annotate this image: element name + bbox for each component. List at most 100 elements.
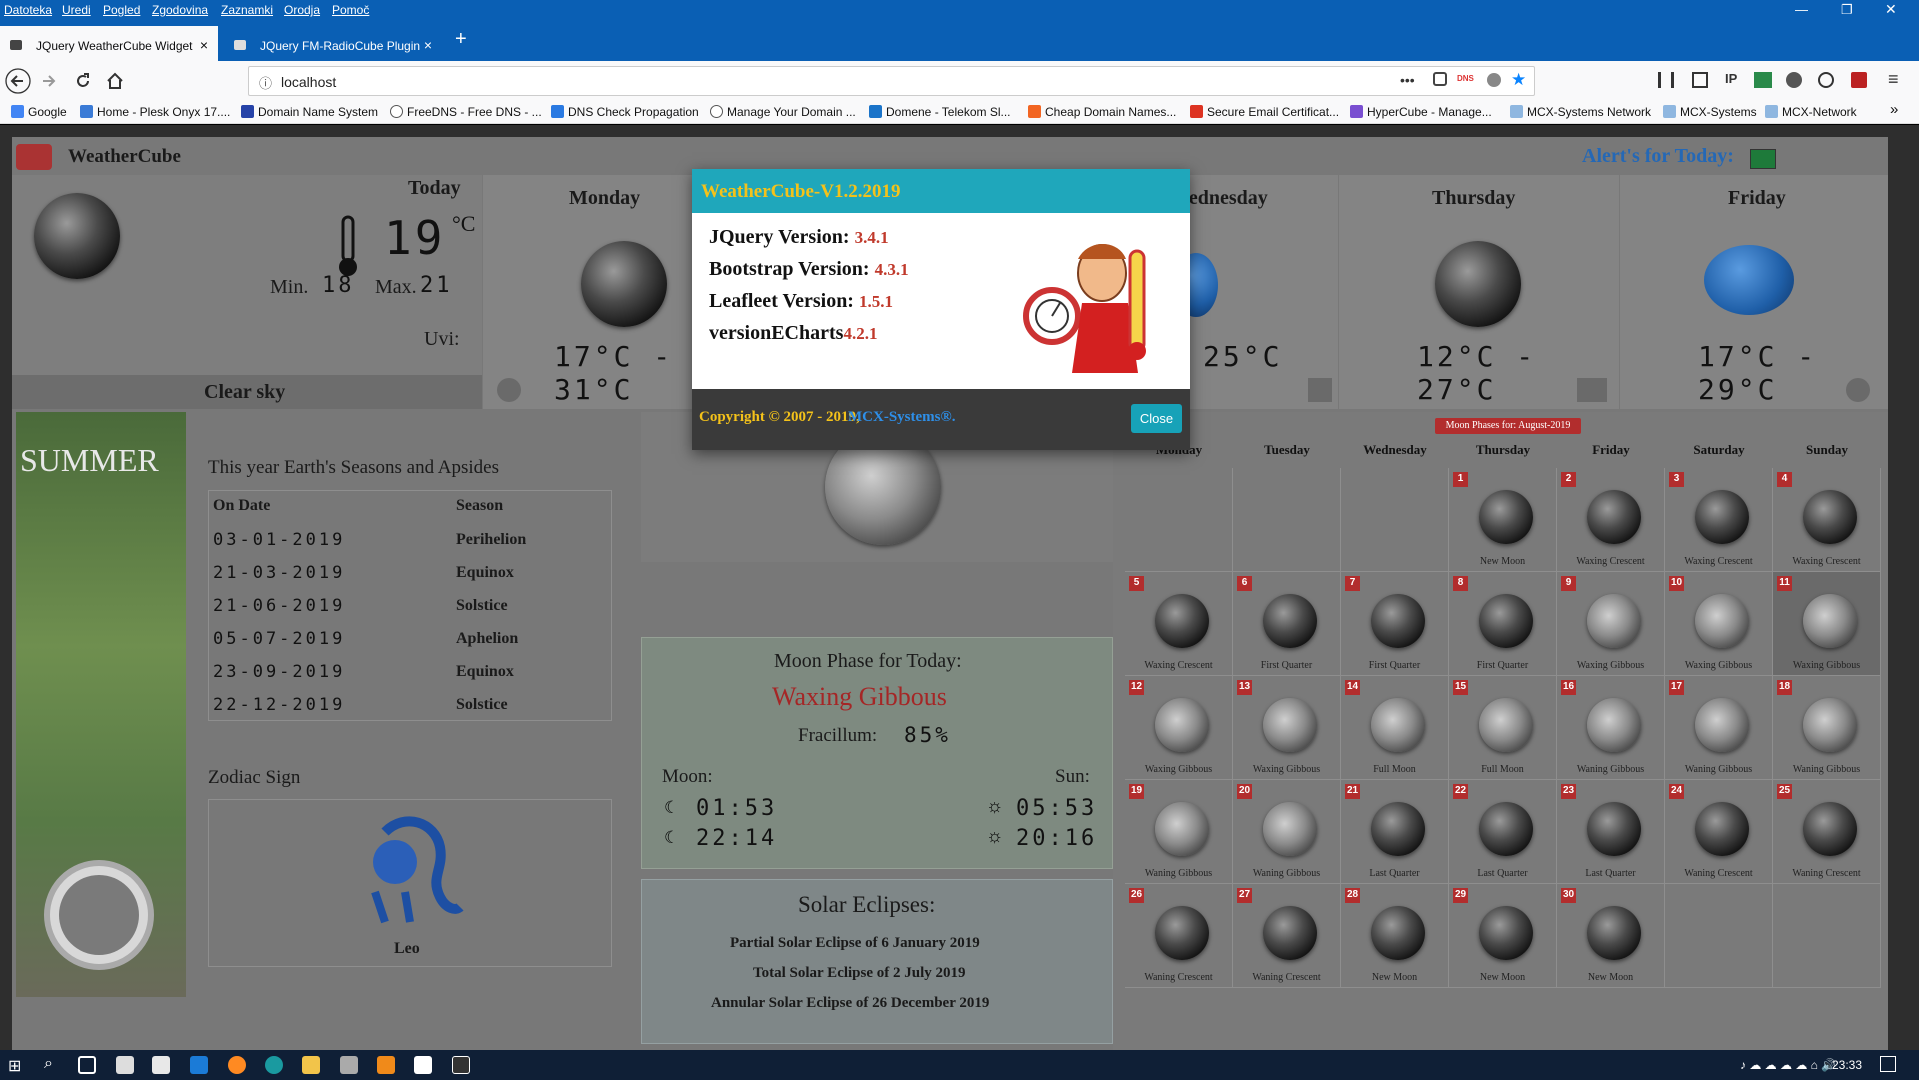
bookmark-item[interactable]: Domain Name System — [241, 105, 378, 119]
info-icon[interactable]: ⓘ — [259, 73, 272, 92]
url-text: localhost — [281, 74, 337, 90]
library-icon[interactable] — [1658, 72, 1674, 88]
bookmark-item[interactable]: Manage Your Domain ... — [710, 105, 856, 119]
bookmark-item[interactable]: FreeDNS - Free DNS - ... — [390, 105, 542, 119]
vlc-icon[interactable] — [377, 1056, 395, 1074]
app-icon[interactable] — [340, 1056, 358, 1074]
start-icon[interactable]: ⊞ — [8, 1056, 21, 1076]
current-temperature: 19 — [384, 211, 446, 265]
eclipse-item: Annular Solar Eclipse of 26 December 201… — [711, 995, 990, 1011]
page-actions-icon[interactable]: ••• — [1400, 72, 1415, 88]
sidebar-icon[interactable] — [1692, 72, 1708, 88]
leo-icon — [371, 816, 464, 924]
day-number: 20 — [1237, 784, 1253, 799]
screenshot-icon[interactable] — [1754, 72, 1772, 88]
menu-file[interactable]: Datoteka — [4, 3, 52, 17]
bookmark-item[interactable]: MCX-Systems Network — [1510, 105, 1651, 119]
day-number: 10 — [1669, 576, 1685, 591]
bookmark-item[interactable]: MCX-Network — [1765, 105, 1857, 119]
day-number: 4 — [1777, 472, 1792, 487]
moon-phase-panel: Moon Phase for Today: Waxing Gibbous Fra… — [641, 637, 1113, 869]
mail-icon[interactable] — [116, 1056, 134, 1074]
forecast-range: 25°C — [1203, 340, 1283, 373]
arduino-icon[interactable] — [265, 1056, 283, 1074]
moon-phase-label: Waning Gibbous — [1144, 868, 1213, 879]
calendar-day: 11 Waxing Gibbous — [1773, 572, 1881, 676]
restore-icon[interactable]: ❐ — [1841, 2, 1853, 18]
moon-phase-label: Waxing Gibbous — [1792, 660, 1861, 671]
bookmark-item[interactable]: MCX-Systems — [1663, 105, 1757, 119]
moon-phase-icon — [1587, 490, 1641, 544]
moon-phase-icon — [1587, 906, 1641, 960]
bookmark-item[interactable]: DNS Check Propagation — [551, 105, 699, 119]
alert-status-indicator[interactable] — [1750, 149, 1776, 169]
close-tab-icon[interactable]: × — [200, 37, 208, 53]
bookmark-star-icon[interactable]: ★ — [1511, 70, 1526, 90]
search-icon[interactable]: ⌕ — [44, 1055, 53, 1073]
firefox-icon[interactable] — [228, 1056, 246, 1074]
tab-radiocube[interactable]: JQuery FM-RadioCube Plugin × — [224, 26, 442, 61]
addon-icon[interactable] — [1786, 72, 1802, 88]
menu-help[interactable]: Pomoč — [332, 3, 369, 17]
tray-icons[interactable]: ♪ ☁ ☁ ☁ ☁ ⌂ 🔊 — [1740, 1058, 1836, 1072]
home-icon[interactable] — [105, 71, 125, 91]
account-icon[interactable] — [1818, 72, 1834, 88]
dns-icon[interactable]: DNS — [1457, 74, 1474, 83]
terminal-icon[interactable] — [452, 1056, 470, 1074]
bookmarks-overflow-icon[interactable]: » — [1890, 101, 1898, 118]
hamburger-menu-icon[interactable]: ≡ — [1888, 69, 1899, 90]
menu-view[interactable]: Pogled — [103, 3, 140, 17]
tab-weathercube[interactable]: JQuery WeatherCube Widget × — [0, 26, 218, 61]
tab-label: JQuery WeatherCube Widget — [36, 39, 193, 53]
bookmark-item[interactable]: Google — [11, 105, 67, 119]
close-button[interactable]: Close — [1131, 404, 1182, 433]
notifications-icon[interactable] — [1880, 1056, 1896, 1072]
clock-icon[interactable] — [497, 378, 521, 402]
calendar-day — [1125, 468, 1233, 572]
new-tab-button[interactable]: + — [455, 28, 467, 51]
moon-phase-icon — [1263, 594, 1317, 648]
moon-phase-label: Waning Crescent — [1792, 868, 1861, 879]
pdf-icon[interactable] — [1851, 72, 1867, 88]
contrast-icon[interactable] — [1846, 378, 1870, 402]
forward-icon[interactable] — [40, 72, 58, 90]
pocket-icon[interactable] — [1433, 72, 1447, 86]
close-window-icon[interactable]: ✕ — [1885, 1, 1897, 18]
back-icon[interactable] — [5, 68, 31, 94]
menu-bookmarks[interactable]: Zaznamki — [221, 3, 273, 17]
url-bar[interactable]: ⓘ localhost ••• DNS ★ — [248, 66, 1535, 96]
calendar-day: 6 First Quarter — [1233, 572, 1341, 676]
company-link[interactable]: MCX-Systems®. — [848, 409, 955, 426]
bookmark-item[interactable]: HyperCube - Manage... — [1350, 105, 1492, 119]
menu-history[interactable]: Zgodovina — [152, 3, 208, 17]
bookmark-item[interactable]: Secure Email Certificat... — [1190, 105, 1339, 119]
moon-phase-label: Last Quarter — [1585, 868, 1636, 879]
day-number: 8 — [1453, 576, 1468, 591]
weekday-header: Thursday — [1475, 442, 1531, 457]
bookmark-item[interactable]: Cheap Domain Names... — [1028, 105, 1176, 119]
version-label: Bootstrap Version: — [709, 258, 875, 280]
sensor-icon[interactable] — [1308, 378, 1332, 402]
bookmark-item[interactable]: Home - Plesk Onyx 17.... — [80, 105, 230, 119]
calendar-day: 7 First Quarter — [1341, 572, 1449, 676]
file-explorer-icon[interactable] — [302, 1056, 320, 1074]
document-icon[interactable] — [414, 1056, 432, 1074]
close-tab-icon[interactable]: × — [424, 37, 432, 53]
activity-icon[interactable] — [1577, 378, 1607, 402]
reload-icon[interactable] — [74, 72, 92, 90]
menu-edit[interactable]: Uredi — [62, 3, 91, 17]
task-view-icon[interactable] — [78, 1056, 96, 1074]
minimize-icon[interactable]: — — [1795, 2, 1808, 17]
ip-icon[interactable]: IP — [1725, 71, 1737, 86]
extension-icon[interactable] — [1487, 73, 1501, 87]
clock-time[interactable]: 23:33 — [1832, 1058, 1862, 1072]
day-number: 5 — [1129, 576, 1144, 591]
weekday-header: Saturday — [1693, 442, 1745, 457]
seasons-table: On Date Season 03-01-2019 Perihelion 21-… — [208, 490, 612, 721]
weekday-header: Friday — [1592, 442, 1630, 457]
edge-icon[interactable] — [190, 1056, 208, 1074]
store-icon[interactable] — [152, 1056, 170, 1074]
zodiac-title: Zodiac Sign — [208, 767, 301, 788]
menu-tools[interactable]: Orodja — [284, 3, 320, 17]
bookmark-item[interactable]: Domene - Telekom Sl... — [869, 105, 1011, 119]
